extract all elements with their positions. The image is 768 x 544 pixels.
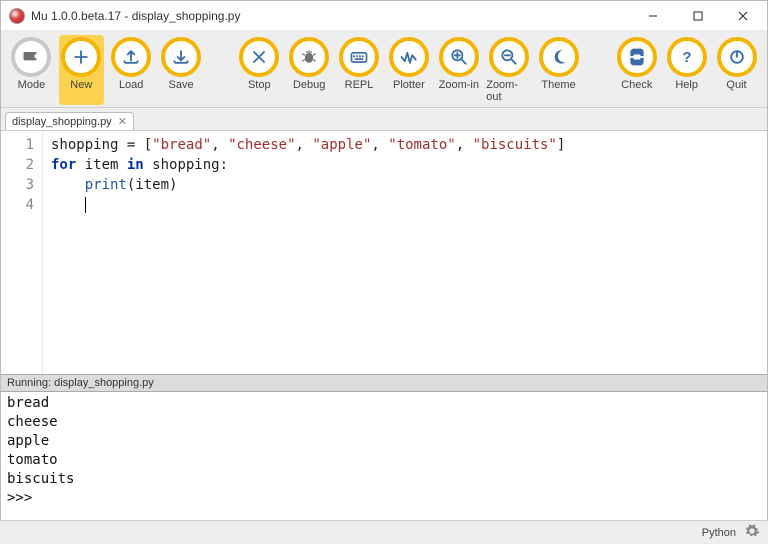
debug-button[interactable]: Debug xyxy=(287,35,332,105)
repl-button[interactable]: REPL xyxy=(337,35,382,105)
mode-button[interactable]: Mode xyxy=(9,35,54,105)
debug-label: Debug xyxy=(293,79,325,91)
app-icon xyxy=(9,8,25,24)
help-label: Help xyxy=(675,79,698,91)
new-label: New xyxy=(70,79,92,91)
titlebar: Mu 1.0.0.beta.17 - display_shopping.py xyxy=(1,1,767,31)
save-button[interactable]: Save xyxy=(159,35,204,105)
plotter-label: Plotter xyxy=(393,79,425,91)
zoom-in-label: Zoom-in xyxy=(439,79,479,91)
svg-text:?: ? xyxy=(682,49,691,66)
theme-label: Theme xyxy=(541,79,575,91)
settings-gear-icon[interactable] xyxy=(744,523,760,542)
output-panel-header: Running: display_shopping.py xyxy=(1,374,767,392)
statusbar: Python xyxy=(0,520,768,544)
zoom-in-button[interactable]: Zoom-in xyxy=(436,35,481,105)
repl-label: REPL xyxy=(345,79,374,91)
check-label: Check xyxy=(621,79,652,91)
toolbar: Mode New Load Save Stop Debug REPL Plott… xyxy=(1,31,767,108)
status-mode: Python xyxy=(702,527,736,539)
new-button[interactable]: New xyxy=(59,35,104,105)
close-button[interactable] xyxy=(720,2,765,30)
tab-label: display_shopping.py xyxy=(12,116,112,128)
quit-label: Quit xyxy=(726,79,746,91)
minimize-button[interactable] xyxy=(630,2,675,30)
stop-label: Stop xyxy=(248,79,271,91)
zoom-out-button[interactable]: Zoom-out xyxy=(486,35,531,105)
editor[interactable]: 1234 shopping = ["bread", "cheese", "app… xyxy=(1,130,767,374)
help-button[interactable]: ? Help xyxy=(664,35,709,105)
output-panel[interactable]: bread cheese apple tomato biscuits >>> xyxy=(1,392,767,514)
tabstrip: display_shopping.py ✕ xyxy=(1,108,767,130)
tab-active[interactable]: display_shopping.py ✕ xyxy=(5,112,134,130)
load-button[interactable]: Load xyxy=(109,35,154,105)
tab-close-icon[interactable]: ✕ xyxy=(118,115,127,128)
zoom-out-label: Zoom-out xyxy=(486,79,531,103)
check-button[interactable]: Check xyxy=(614,35,659,105)
mode-label: Mode xyxy=(18,79,46,91)
gutter: 1234 xyxy=(1,131,43,374)
window-title: Mu 1.0.0.beta.17 - display_shopping.py xyxy=(31,9,240,23)
plotter-button[interactable]: Plotter xyxy=(386,35,431,105)
theme-button[interactable]: Theme xyxy=(536,35,581,105)
stop-button[interactable]: Stop xyxy=(237,35,282,105)
load-label: Load xyxy=(119,79,143,91)
save-label: Save xyxy=(169,79,194,91)
maximize-button[interactable] xyxy=(675,2,720,30)
code-area[interactable]: shopping = ["bread", "cheese", "apple", … xyxy=(43,131,767,374)
quit-button[interactable]: Quit xyxy=(714,35,759,105)
